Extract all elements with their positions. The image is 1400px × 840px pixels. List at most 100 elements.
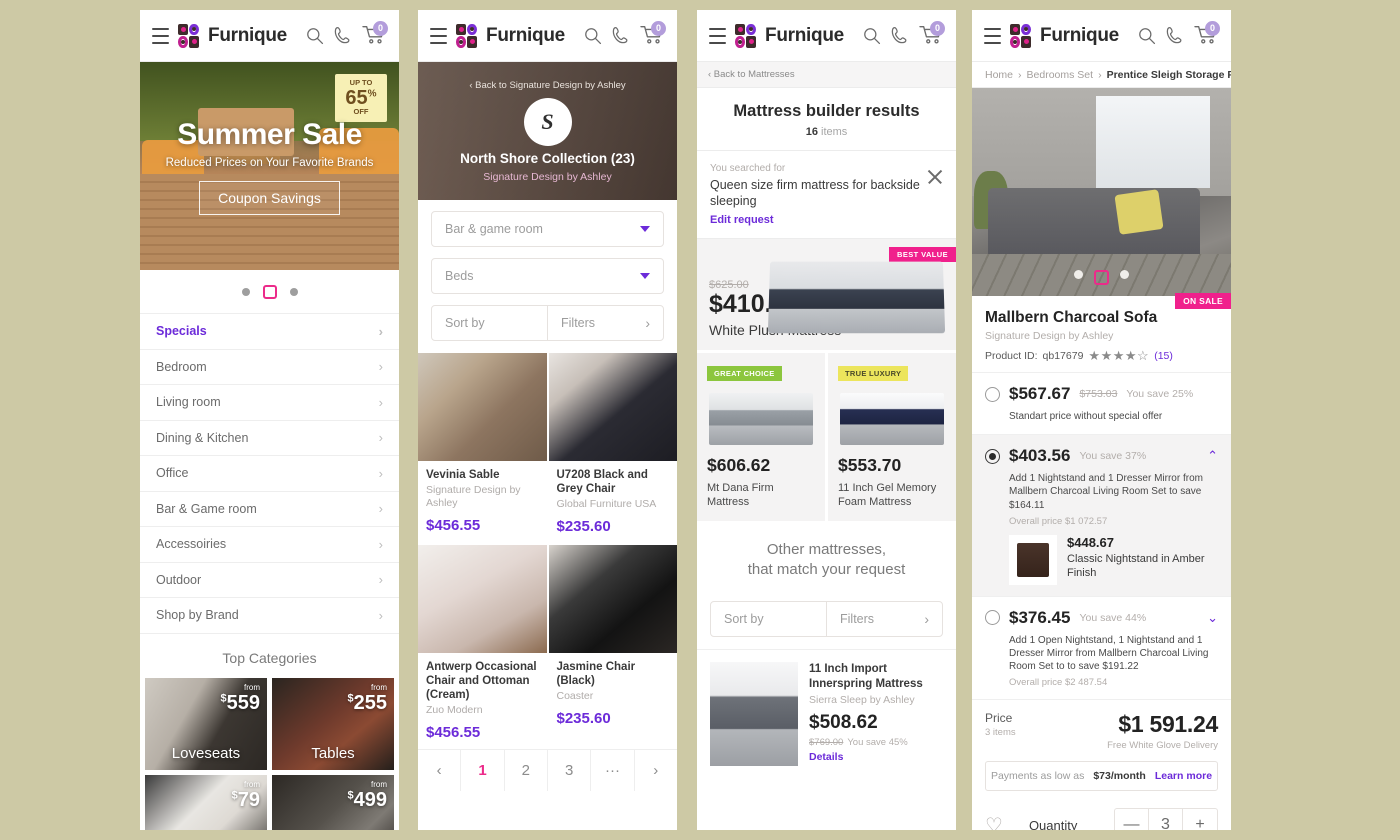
hero-banner[interactable]: UP TO 65% OFF Summer Sale Reduced Prices… — [140, 62, 399, 270]
phone-icon[interactable] — [890, 24, 909, 48]
review-count[interactable]: (15) — [1154, 350, 1173, 362]
pagination-ellipsis[interactable]: ··· — [591, 749, 635, 791]
phone-icon[interactable] — [1165, 24, 1184, 48]
category-tile-lamps[interactable]: from $79 — [145, 774, 267, 830]
pagination-prev[interactable]: ‹ — [418, 749, 462, 791]
sort-by-select[interactable]: Sort by — [432, 306, 548, 340]
category-tile-loveseats[interactable]: from $559 Loveseats — [145, 677, 267, 770]
hamburger-icon[interactable] — [152, 27, 170, 44]
category-row-bar-game-room[interactable]: Bar & Game room › — [140, 492, 399, 527]
category-row-shop-by-brand[interactable]: Shop by Brand › — [140, 598, 399, 634]
hamburger-icon[interactable] — [430, 27, 448, 44]
mattress-card[interactable]: GREAT CHOICE $606.62 Mt Dana Firm Mattre… — [697, 352, 825, 521]
category-row-accessoiries[interactable]: Accessoiries › — [140, 527, 399, 563]
pagination-page-2[interactable]: 2 — [505, 749, 548, 791]
sort-by-select[interactable]: Sort by — [711, 602, 827, 637]
cart-icon[interactable]: 0 — [361, 20, 388, 49]
price-option-standard[interactable]: $567.67 $753.03 You save 25% Standart pr… — [972, 372, 1231, 434]
category-row-living-room[interactable]: Living room › — [140, 385, 399, 421]
sort-by-label: Sort by — [724, 612, 764, 627]
furnique-logo-icon[interactable] — [456, 23, 478, 48]
search-icon[interactable] — [583, 24, 602, 48]
panel-home-content: UP TO 65% OFF Summer Sale Reduced Prices… — [140, 62, 399, 830]
chevron-right-icon: › — [378, 572, 383, 588]
heart-icon[interactable]: ♡ — [985, 813, 1003, 830]
search-icon[interactable] — [305, 24, 324, 48]
price-option-bundle-3[interactable]: $376.45 You save 44% ⌄ Add 1 Open Nights… — [972, 595, 1231, 700]
pagination-page-1[interactable]: 1 — [461, 749, 505, 791]
coupon-savings-button[interactable]: Coupon Savings — [199, 180, 340, 215]
cart-count-badge: 0 — [1204, 20, 1220, 36]
tile-price: 255 — [353, 691, 387, 714]
hamburger-icon[interactable] — [984, 27, 1002, 44]
mattress-brand: Sierra Sleep by Ashley — [809, 693, 915, 706]
filters-button[interactable]: Filters › — [548, 306, 663, 340]
carousel-dot-3[interactable] — [289, 287, 298, 296]
edit-request-link[interactable]: Edit request — [710, 214, 920, 226]
carousel-dot-2-active[interactable] — [262, 284, 277, 299]
pagination-next[interactable]: › — [635, 750, 677, 791]
price-option-bundle-2[interactable]: $403.56 You save 37% ⌃ Add 1 Nightstand … — [972, 434, 1231, 596]
category-row-specials[interactable]: Specials › — [140, 314, 399, 350]
radio-bundle-2[interactable] — [985, 448, 1000, 464]
breadcrumb-separator: › — [1098, 68, 1102, 81]
option-price: $403.56 — [1009, 446, 1071, 466]
category-row-office[interactable]: Office › — [140, 456, 399, 492]
featured-mattress-card[interactable]: BEST VALUE $625.00 $410.62 White Plush M… — [697, 239, 956, 350]
product-card[interactable]: Vevinia Sable Signature Design by Ashley… — [418, 353, 547, 543]
breadcrumb-home[interactable]: Home — [985, 69, 1013, 81]
room-filter-select[interactable]: Bar & game room — [431, 211, 664, 247]
carousel-dot-1[interactable] — [241, 287, 250, 296]
category-row-bedroom[interactable]: Bedroom › — [140, 350, 399, 385]
close-icon[interactable] — [925, 167, 945, 187]
category-row-dining-kitchen[interactable]: Dining & Kitchen › — [140, 421, 399, 456]
back-to-brand-link[interactable]: ‹ Back to Signature Design by Ashley — [469, 80, 625, 91]
radio-standard[interactable] — [985, 386, 1000, 402]
type-filter-select[interactable]: Beds — [431, 258, 664, 294]
details-link[interactable]: Details — [809, 751, 943, 763]
mattress-list-item[interactable]: 11 Inch Import Innerspring Mattress Sier… — [697, 649, 956, 778]
category-label: Shop by Brand — [156, 608, 239, 623]
product-card[interactable]: Antwerp Occasional Chair and Ottoman (Cr… — [418, 544, 547, 749]
room-filter-value: Bar & game room — [445, 222, 543, 236]
category-tile-tables[interactable]: from $255 Tables — [272, 677, 394, 770]
image-dot-1[interactable] — [1074, 270, 1083, 279]
financing-row[interactable]: Payments as low as $73/month Learn more — [985, 761, 1218, 792]
mattress-name: 11 Inch Import Innerspring Mattress — [809, 663, 923, 690]
addon-item[interactable]: $448.67 Classic Nightstand in Amber Fini… — [1009, 534, 1218, 585]
other-heading-line2: that match your request — [747, 560, 906, 578]
quantity-increment-button[interactable]: + — [1183, 809, 1217, 830]
phone-icon[interactable] — [611, 24, 630, 48]
product-card[interactable]: Jasmine Chair (Black) Coaster $235.60 — [548, 544, 677, 749]
product-image[interactable]: ON SALE — [972, 88, 1231, 309]
back-to-mattresses-link[interactable]: ‹ Back to Mattresses — [697, 62, 956, 88]
image-dot-2-active[interactable] — [1094, 270, 1109, 285]
phone-icon[interactable] — [333, 24, 352, 48]
category-label: Bedroom — [156, 359, 207, 374]
pagination-page-3[interactable]: 3 — [548, 749, 592, 791]
learn-more-link[interactable]: Learn more — [1155, 770, 1212, 782]
filters-button[interactable]: Filters › — [827, 602, 942, 636]
cart-icon[interactable]: 0 — [1193, 20, 1220, 49]
chevron-down-icon[interactable]: ⌄ — [1207, 610, 1218, 626]
chevron-up-icon[interactable]: ⌃ — [1207, 448, 1218, 464]
mattress-card[interactable]: TRUE LUXURY $553.70 11 Inch Gel Memory F… — [828, 352, 956, 521]
breadcrumb-bedrooms-set[interactable]: Bedrooms Set — [1027, 69, 1094, 81]
breadcrumb: Home › Bedrooms Set › Prentice Sleigh St… — [972, 62, 1231, 88]
cart-icon[interactable]: 0 — [639, 20, 666, 49]
hamburger-icon[interactable] — [709, 27, 727, 44]
search-icon[interactable] — [1137, 24, 1156, 48]
product-card[interactable]: U7208 Black and Grey Chair Global Furnit… — [548, 353, 677, 543]
furnique-logo-icon[interactable] — [735, 23, 757, 48]
quantity-value[interactable]: 3 — [1149, 809, 1183, 830]
category-tile-ottomans[interactable]: from $499 — [272, 774, 394, 830]
quantity-decrement-button[interactable]: — — [1115, 809, 1149, 830]
image-dot-3[interactable] — [1120, 270, 1129, 279]
search-icon[interactable] — [862, 24, 881, 48]
radio-bundle-3[interactable] — [985, 610, 1000, 626]
furnique-logo-icon[interactable] — [178, 23, 200, 48]
mattress-card-pair: GREAT CHOICE $606.62 Mt Dana Firm Mattre… — [697, 349, 956, 524]
furnique-logo-icon[interactable] — [1010, 23, 1032, 48]
cart-icon[interactable]: 0 — [918, 20, 945, 49]
category-row-outdoor[interactable]: Outdoor › — [140, 563, 399, 598]
